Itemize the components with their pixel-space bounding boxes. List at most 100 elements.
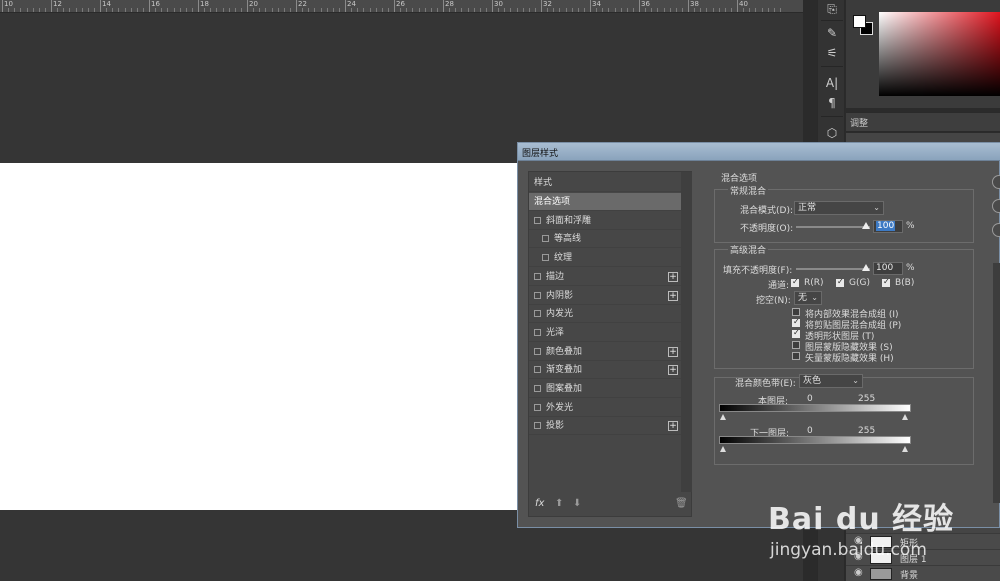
style-item-label: 描边 (546, 271, 565, 282)
style-list-header: 样式 (529, 174, 681, 192)
style-checkbox[interactable] (534, 347, 541, 355)
move-down-icon[interactable]: ⬇ (573, 498, 581, 509)
style-checkbox[interactable] (534, 272, 541, 280)
underlying-layer-black-knob[interactable] (720, 446, 726, 452)
move-up-icon[interactable]: ⬆ (555, 498, 563, 509)
this-layer-min: 0 (807, 394, 813, 404)
style-item-label: 图案叠加 (546, 384, 583, 394)
new-style-button[interactable] (992, 223, 1000, 237)
opacity-input[interactable]: 100 (873, 220, 903, 233)
style-item[interactable]: 描边 + (529, 268, 681, 286)
layer-style-dialog: 图层样式 样式 fx ⬆ ⬇ 🗑 混合选项 斜面和浮雕 等高线 纹理 描边 + 内阴影 + 内发… (517, 142, 1000, 528)
ruler-major-tick (2, 0, 3, 12)
ruler-major-tick (688, 0, 689, 12)
layer-row[interactable]: ◉ 背景 (846, 565, 1000, 581)
style-item[interactable]: 纹理 (529, 249, 681, 268)
style-checkbox[interactable] (534, 385, 541, 392)
style-item[interactable]: 等高线 (529, 230, 681, 249)
channel-b-label: B(B) (895, 278, 915, 288)
trash-icon[interactable]: 🗑 (675, 498, 688, 509)
channel-g-checkbox[interactable] (836, 277, 844, 287)
channel-r-label: R(R) (804, 278, 824, 288)
opacity-slider[interactable] (796, 226, 870, 228)
style-checkbox[interactable] (534, 328, 541, 336)
brush-settings-icon[interactable]: ✎ (822, 24, 842, 42)
advanced-option-checkbox[interactable] (792, 328, 800, 338)
underlying-layer-min: 0 (807, 426, 813, 436)
style-checkbox[interactable] (534, 291, 541, 299)
adjust-sliders-icon[interactable]: ⚟ (822, 44, 842, 62)
style-checkbox[interactable] (534, 403, 541, 411)
style-item-label: 颜色叠加 (546, 346, 583, 357)
style-item[interactable]: 外发光 (529, 399, 681, 417)
blend-mode-select[interactable]: 正常 ⌄ (794, 201, 884, 215)
style-checkbox[interactable] (534, 366, 541, 374)
underlying-layer-white-knob[interactable] (902, 446, 908, 452)
eye-icon[interactable]: ◉ (854, 567, 863, 578)
advanced-option-checkbox[interactable] (792, 341, 800, 349)
style-checkbox[interactable] (534, 216, 541, 224)
blend-if-select[interactable]: 灰色 ⌄ (799, 374, 863, 388)
style-checkbox[interactable] (542, 235, 549, 243)
opacity-slider-knob[interactable] (862, 222, 870, 229)
add-style-icon[interactable]: + (668, 290, 678, 301)
blending-options-title: 混合选项 (721, 174, 758, 184)
ruler-label: 24 (347, 0, 356, 8)
channel-b-checkbox[interactable] (882, 277, 890, 287)
watermark-url: jingyan.baidu.com (770, 540, 927, 560)
advanced-option-label: 矢量蒙版隐藏效果 (H) (805, 354, 894, 364)
ruler-major-tick (247, 0, 248, 12)
ok-button[interactable] (992, 175, 1000, 189)
style-item[interactable]: 内阴影 + (529, 287, 681, 305)
style-checkbox[interactable] (534, 310, 541, 318)
3d-cube-icon[interactable]: ⬡ (822, 124, 842, 142)
add-style-icon[interactable]: + (668, 346, 678, 357)
advanced-option-checkbox[interactable] (792, 352, 800, 360)
style-checkbox[interactable] (542, 254, 549, 262)
fill-opacity-input[interactable]: 100 (873, 262, 903, 275)
advanced-option-checkbox[interactable] (792, 308, 800, 316)
style-item[interactable]: 图案叠加 (529, 380, 681, 398)
this-layer-black-knob[interactable] (720, 414, 726, 420)
document-canvas[interactable] (0, 163, 517, 510)
this-layer-white-knob[interactable] (902, 414, 908, 420)
add-style-icon[interactable]: + (668, 271, 678, 282)
fx-icon[interactable]: fx (535, 498, 544, 509)
style-item[interactable]: 投影 + (529, 417, 681, 436)
ruler-label: 14 (102, 0, 111, 8)
ruler-major-tick (541, 0, 542, 12)
ruler-major-tick (51, 0, 52, 12)
style-item[interactable]: 混合选项 (529, 193, 681, 211)
cancel-button[interactable] (992, 199, 1000, 213)
add-style-icon[interactable]: + (668, 421, 678, 432)
general-blending-group (714, 189, 974, 243)
style-checkbox[interactable] (534, 422, 541, 430)
style-item[interactable]: 颜色叠加 + (529, 343, 681, 361)
style-item[interactable]: 斜面和浮雕 (529, 212, 681, 230)
opacity-unit: % (906, 221, 915, 231)
channel-r-checkbox[interactable] (791, 277, 799, 287)
color-spectrum[interactable] (879, 12, 1000, 96)
layer-name: 背景 (900, 571, 919, 581)
ruler-label: 22 (298, 0, 307, 8)
style-item[interactable]: 内发光 (529, 305, 681, 324)
fill-opacity-slider[interactable] (796, 268, 870, 270)
adjustments-tab[interactable]: 调整 (850, 116, 868, 129)
advanced-option-checkbox[interactable] (792, 317, 800, 327)
ruler-major-tick (149, 0, 150, 12)
general-blending-title: 常规混合 (728, 184, 769, 197)
paragraph-icon[interactable]: ¶ (822, 94, 842, 112)
style-list-scrollbar[interactable] (681, 172, 692, 492)
dialog-titlebar[interactable]: 图层样式 (518, 143, 1000, 161)
add-style-icon[interactable]: + (668, 365, 678, 376)
knockout-select[interactable]: 无 ⌄ (794, 291, 822, 305)
style-item-label: 投影 (546, 421, 565, 432)
fill-opacity-slider-knob[interactable] (862, 264, 870, 271)
ruler-major-tick (394, 0, 395, 12)
foreground-color-swatch[interactable] (853, 15, 866, 28)
history-icon[interactable]: ⎘ (822, 0, 842, 18)
style-item[interactable]: 渐变叠加 + (529, 361, 681, 380)
style-item[interactable]: 光泽 (529, 324, 681, 342)
ruler-label: 16 (151, 0, 160, 8)
character-icon[interactable]: A| (822, 74, 842, 92)
